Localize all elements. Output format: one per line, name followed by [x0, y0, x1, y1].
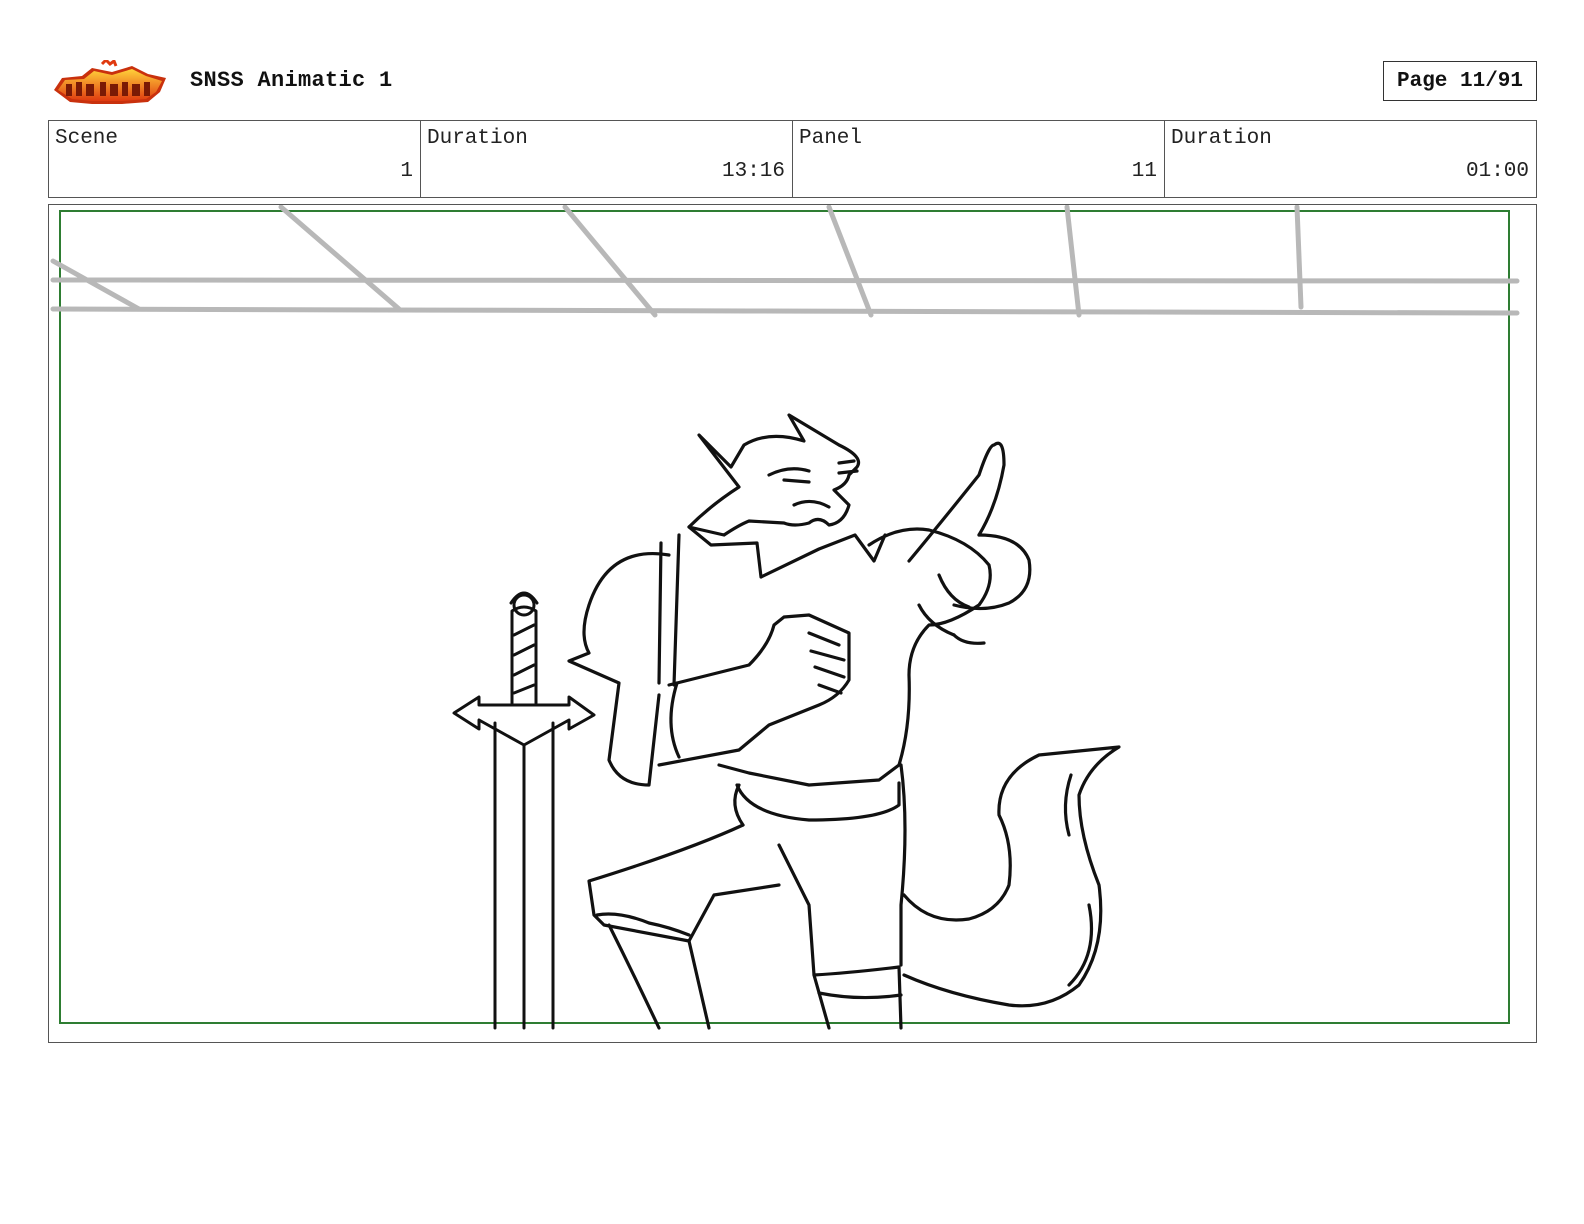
- scene-info-table: Scene 1 Duration 13:16 Panel 11 Duration…: [48, 120, 1537, 198]
- scene-duration-value: 13:16: [721, 160, 785, 183]
- panel-value: 11: [1131, 160, 1157, 183]
- scene-duration-label: Duration: [427, 127, 528, 150]
- panel-sketch: [50, 205, 1520, 1030]
- document-title: SNSS Animatic 1: [190, 68, 393, 93]
- page-indicator: Page 11/91: [1383, 61, 1537, 101]
- panel-duration-value: 01:00: [1465, 160, 1529, 183]
- scene-label: Scene: [55, 127, 119, 150]
- fox-knight-sketch: [567, 413, 1121, 1030]
- storyboard-panel: [48, 204, 1537, 1043]
- panel-cell: Panel 11: [793, 121, 1165, 197]
- scene-cell: Scene 1: [49, 121, 421, 197]
- panel-duration-label: Duration: [1171, 127, 1272, 150]
- storyboard-header: SNSS Animatic 1 Page 11/91: [0, 0, 1584, 118]
- scene-value: 1: [400, 160, 413, 183]
- panel-duration-cell: Duration 01:00: [1165, 121, 1536, 197]
- panel-label: Panel: [799, 127, 863, 150]
- ceiling-lines: [50, 205, 1520, 318]
- show-logo-icon: [52, 57, 170, 106]
- scene-duration-cell: Duration 13:16: [421, 121, 793, 197]
